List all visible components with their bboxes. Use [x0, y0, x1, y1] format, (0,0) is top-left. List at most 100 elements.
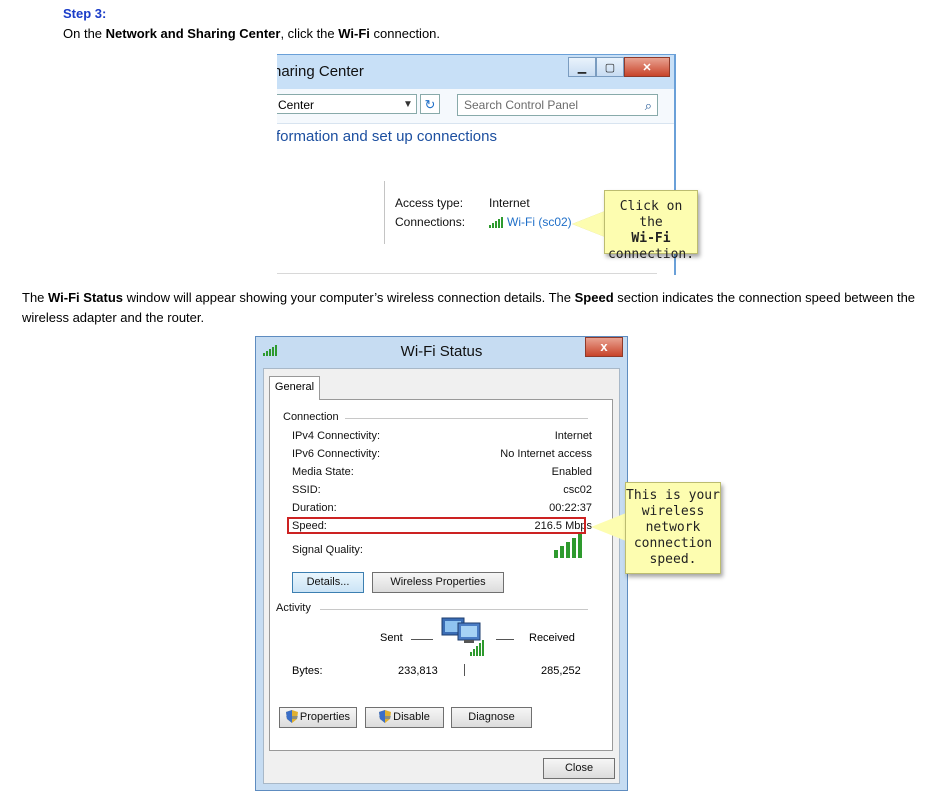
- callout-line: connection.: [607, 247, 695, 262]
- step-instruction: On the Network and Sharing Center, click…: [63, 26, 440, 41]
- kv-value: Enabled: [551, 466, 592, 478]
- kv-label: Duration:: [292, 502, 337, 514]
- signal-quality-label: Signal Quality:: [292, 544, 363, 556]
- callout-line: connection: [633, 536, 713, 551]
- signal-bars-icon: [489, 217, 503, 228]
- refresh-button[interactable]: ↻: [420, 94, 440, 114]
- close-icon: x: [600, 339, 608, 354]
- maximize-button[interactable]: ▢: [596, 57, 624, 77]
- kv-label: SSID:: [292, 484, 321, 496]
- wireless-properties-button[interactable]: Wireless Properties: [372, 572, 504, 593]
- refresh-icon: ↻: [424, 97, 436, 112]
- kv-label: IPv4 Connectivity:: [292, 430, 381, 442]
- callout-speed: This is your wireless network connection…: [625, 482, 721, 574]
- details-button[interactable]: Details...: [292, 572, 364, 593]
- callout-line: This is your: [626, 488, 720, 503]
- callout-line: wireless: [641, 504, 705, 519]
- window-title: Wi-Fi Status: [400, 343, 483, 360]
- signal-quality-bars-icon: [554, 534, 582, 558]
- instruction-text: connection.: [369, 26, 441, 41]
- callout-line-bold: Wi-Fi: [631, 231, 671, 246]
- callout-click-wifi: Click on the Wi-Fi connection.: [604, 190, 698, 262]
- minimize-button[interactable]: ▁: [568, 57, 596, 77]
- address-bar[interactable]: Center: [277, 94, 417, 114]
- kv-label: Media State:: [292, 466, 354, 478]
- minimize-icon: ▁: [577, 61, 587, 74]
- kv-value: 00:22:37: [549, 502, 592, 514]
- title-bar: haring Center ▁ ▢ ✕: [277, 55, 674, 90]
- bytes-received-value: 285,252: [541, 665, 581, 677]
- tab-general[interactable]: General: [269, 376, 320, 400]
- bytes-divider: [464, 664, 465, 676]
- kv-value: No Internet access: [500, 448, 592, 460]
- sent-label: Sent: [380, 632, 403, 644]
- activity-section-label: Activity: [276, 602, 317, 614]
- access-type-row: Access type: Internet: [395, 196, 572, 215]
- address-bar-row: Center ▼ ↻ Search Control Panel ⌕: [277, 89, 674, 124]
- maximize-icon: ▢: [604, 61, 616, 74]
- paragraph-bold-speed: Speed: [574, 290, 614, 305]
- close-button[interactable]: ✕: [624, 57, 670, 77]
- kv-row-ipv4: IPv4 Connectivity: Internet: [292, 430, 592, 442]
- wifi-connection-link[interactable]: Wi-Fi (sc02): [489, 215, 572, 234]
- connections-label: Connections:: [395, 215, 466, 229]
- instruction-text: On the: [63, 26, 106, 41]
- callout-arrow: [572, 211, 605, 237]
- shield-icon: [285, 710, 298, 723]
- close-dialog-button[interactable]: Close: [543, 758, 615, 779]
- callout-line: speed.: [649, 552, 697, 567]
- network-computers-icon: [441, 617, 484, 656]
- sent-line: [411, 639, 433, 640]
- callout-arrow: [591, 513, 626, 541]
- page-heading: formation and set up connections: [277, 128, 497, 145]
- chevron-down-icon[interactable]: ▼: [403, 99, 413, 110]
- dialog-body: General Connection IPv4 Connectivity: Int…: [263, 368, 620, 784]
- instruction-text: , click the: [280, 26, 339, 41]
- instruction-bold-nsc: Network and Sharing Center: [105, 26, 281, 41]
- instruction-bold-wifi: Wi-Fi: [338, 26, 370, 41]
- divider: [384, 181, 385, 244]
- access-type-label: Access type:: [395, 196, 464, 210]
- wifi-connection-text: Wi-Fi (sc02): [507, 215, 572, 229]
- kv-row-ipv6: IPv6 Connectivity: No Internet access: [292, 448, 592, 460]
- disable-button[interactable]: Disable: [365, 707, 444, 728]
- bytes-sent-value: 233,813: [398, 665, 438, 677]
- kv-row-ssid: SSID: csc02: [292, 484, 592, 496]
- bytes-label: Bytes:: [292, 665, 323, 677]
- step-title: Step 3:: [63, 6, 107, 21]
- connection-section-label: Connection: [283, 411, 345, 423]
- signal-quality-row: Signal Quality:: [292, 544, 412, 556]
- section-divider: [320, 609, 588, 610]
- search-placeholder: Search Control Panel: [464, 98, 579, 112]
- paragraph-text: window will appear showing your computer…: [123, 290, 575, 305]
- connections-row: Connections: Wi-Fi (sc02): [395, 215, 572, 234]
- description-paragraph: The Wi-Fi Status window will appear show…: [22, 288, 927, 328]
- disable-label: Disable: [393, 711, 430, 723]
- search-input[interactable]: Search Control Panel ⌕: [457, 94, 658, 116]
- callout-line: network: [645, 520, 701, 535]
- kv-value: csc02: [563, 484, 592, 496]
- close-icon: ✕: [642, 61, 652, 74]
- section-divider: [340, 418, 588, 419]
- diagnose-button[interactable]: Diagnose: [451, 707, 532, 728]
- window-title: haring Center: [277, 63, 364, 80]
- wifi-status-window: Wi-Fi Status x General Connection IPv4 C…: [255, 336, 628, 791]
- kv-value: Internet: [554, 430, 592, 442]
- received-label: Received: [529, 632, 575, 644]
- network-info: Access type: Internet Connections: Wi-Fi…: [395, 196, 572, 234]
- kv-row-duration: Duration: 00:22:37: [292, 502, 592, 514]
- kv-row-media-state: Media State: Enabled: [292, 466, 592, 478]
- paragraph-bold-wifi-status: Wi-Fi Status: [48, 290, 124, 305]
- window-controls: ▁ ▢ ✕: [568, 57, 670, 77]
- access-type-value: Internet: [489, 196, 530, 210]
- general-panel: Connection IPv4 Connectivity: Internet IP…: [269, 399, 613, 751]
- speed-highlight: [287, 517, 586, 534]
- shield-icon: [379, 710, 392, 723]
- callout-line: Click on the: [619, 199, 683, 230]
- received-line: [496, 639, 514, 640]
- search-icon[interactable]: ⌕: [645, 96, 652, 116]
- properties-button[interactable]: Properties: [279, 707, 357, 728]
- kv-label: IPv6 Connectivity:: [292, 448, 381, 460]
- properties-label: Properties: [299, 711, 351, 723]
- close-button[interactable]: x: [585, 337, 623, 357]
